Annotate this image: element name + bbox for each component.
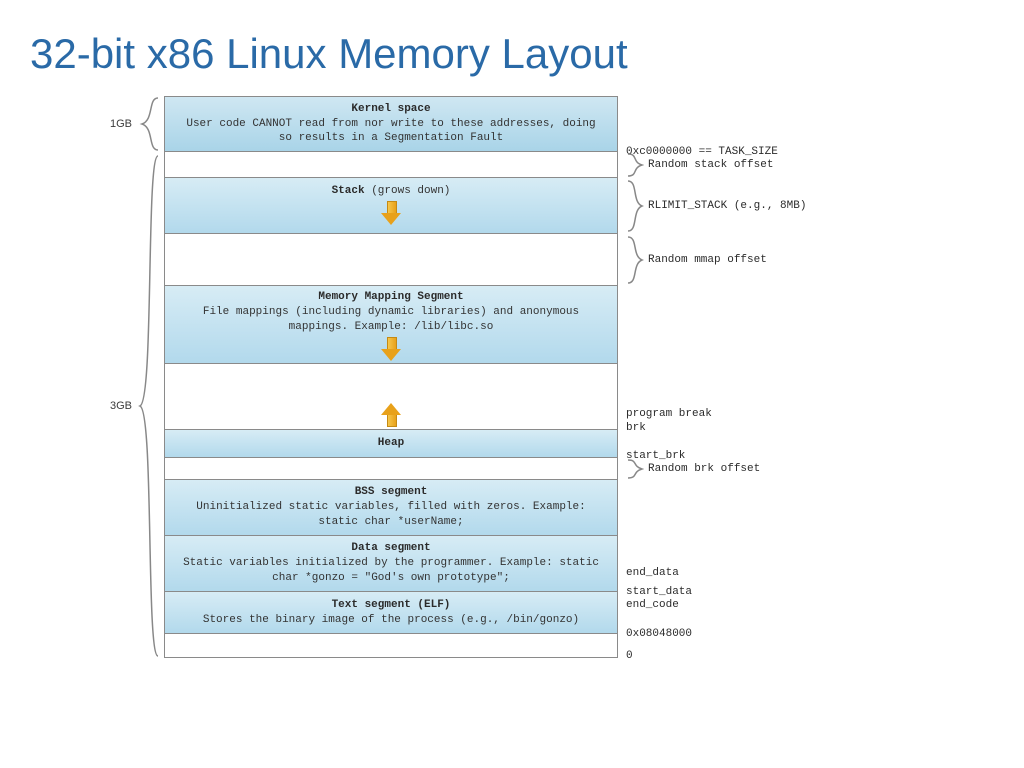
- note-start-data: start_data: [626, 586, 692, 598]
- seg-heap-title: Heap: [177, 436, 605, 451]
- note-end-code: end_code: [626, 599, 679, 611]
- brace-kernel-size: 1GB: [0, 96, 160, 152]
- seg-mmap: Memory Mapping Segment File mappings (in…: [164, 286, 618, 364]
- brace-kernel-size-label: 1GB: [110, 118, 132, 130]
- gap-mmap-offset: [164, 234, 618, 286]
- gap-stack-offset: [164, 152, 618, 178]
- note-task-size: 0xc0000000 == TASK_SIZE: [626, 146, 778, 158]
- seg-kernel-title: Kernel space: [177, 102, 605, 117]
- seg-data-desc: Static variables initialized by the prog…: [177, 556, 605, 586]
- note-brk: brk: [626, 422, 646, 434]
- gap-brk-offset: [164, 458, 618, 480]
- seg-heap: Heap: [164, 430, 618, 458]
- seg-stack-suffix: (grows down): [365, 185, 451, 197]
- brace-user-size: 3GB: [0, 152, 160, 660]
- note-random-brk: Random brk offset: [648, 463, 760, 475]
- seg-data-title: Data segment: [177, 541, 605, 556]
- seg-text-desc: Stores the binary image of the process (…: [177, 613, 605, 628]
- seg-text: Text segment (ELF) Stores the binary ima…: [164, 592, 618, 634]
- note-random-mmap: Random mmap offset: [648, 254, 767, 266]
- note-random-stack: Random stack offset: [648, 159, 773, 171]
- seg-text-title: Text segment (ELF): [177, 598, 605, 613]
- slide-title: 32-bit x86 Linux Memory Layout: [30, 30, 1024, 78]
- seg-mmap-title: Memory Mapping Segment: [177, 290, 605, 305]
- note-program-break: program break: [626, 408, 712, 420]
- seg-mmap-desc: File mappings (including dynamic librari…: [177, 305, 605, 335]
- note-rlimit-stack: RLIMIT_STACK (e.g., 8MB): [648, 200, 806, 212]
- seg-data: Data segment Static variables initialize…: [164, 536, 618, 592]
- seg-stack: Stack (grows down): [164, 178, 618, 234]
- memory-column: Kernel space User code CANNOT read from …: [164, 96, 618, 658]
- gap-bottom: [164, 634, 618, 658]
- note-end-data: end_data: [626, 567, 679, 579]
- gap-heap-grow: [164, 364, 618, 430]
- arrow-up-icon: [381, 401, 401, 427]
- arrow-down-icon: [381, 201, 401, 227]
- diagram-canvas: Kernel space User code CANNOT read from …: [0, 96, 1024, 756]
- seg-bss: BSS segment Uninitialized static variabl…: [164, 480, 618, 536]
- arrow-down-icon: [381, 337, 401, 359]
- note-addr-text: 0x08048000: [626, 628, 692, 640]
- seg-kernel: Kernel space User code CANNOT read from …: [164, 96, 618, 152]
- seg-bss-desc: Uninitialized static variables, filled w…: [177, 500, 605, 530]
- note-zero: 0: [626, 650, 633, 662]
- seg-stack-title: Stack: [332, 185, 365, 197]
- brace-user-size-label: 3GB: [110, 400, 132, 412]
- seg-bss-title: BSS segment: [177, 485, 605, 500]
- seg-kernel-desc: User code CANNOT read from nor write to …: [177, 117, 605, 147]
